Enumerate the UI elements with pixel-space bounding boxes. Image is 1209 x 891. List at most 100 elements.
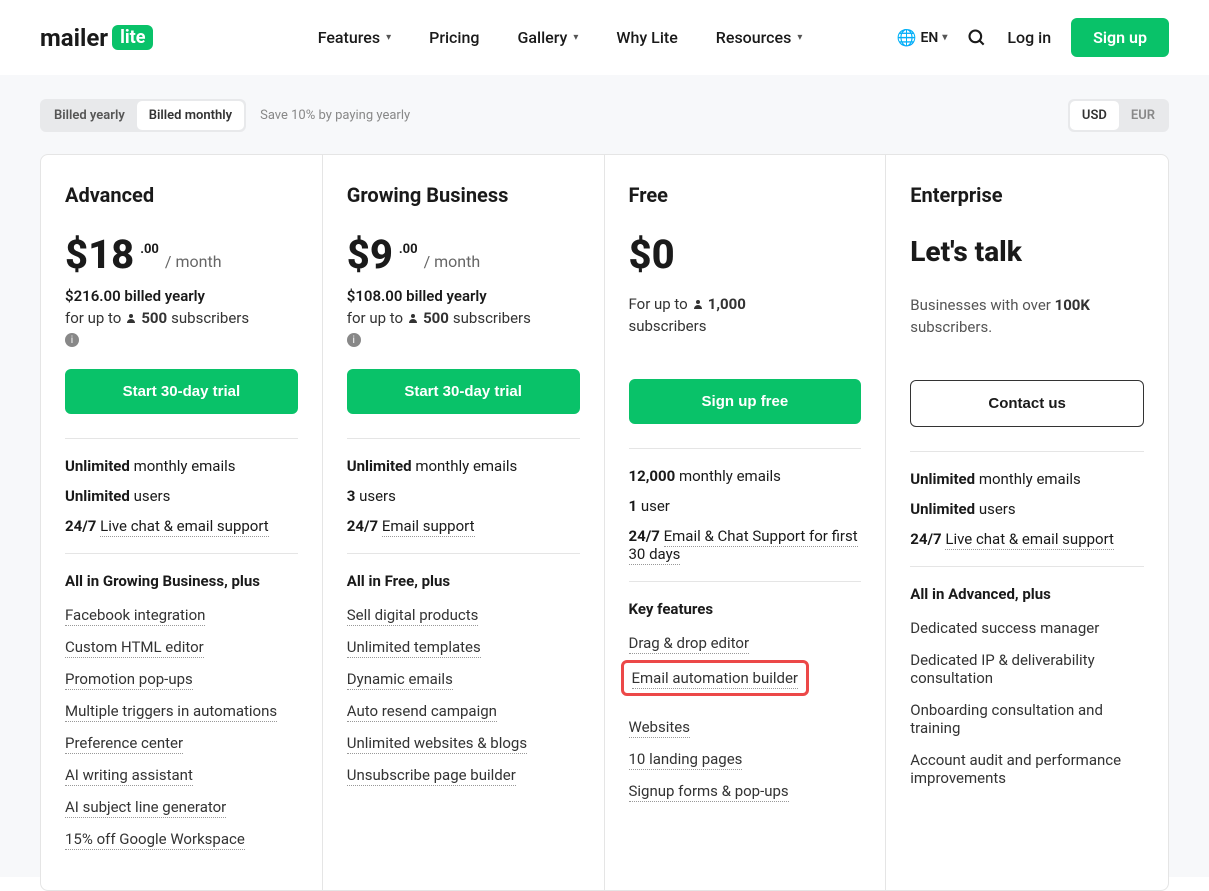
- price-amount: $9: [347, 235, 393, 275]
- list-item: Dedicated success manager: [910, 619, 1144, 637]
- info-icon[interactable]: i: [347, 333, 361, 347]
- currency-toggle: USD EUR: [1068, 99, 1169, 132]
- list-item: Account audit and performance improvemen…: [910, 751, 1144, 787]
- feature-line: 24/7 Email support: [347, 517, 580, 535]
- brand-suffix: lite: [112, 25, 153, 50]
- plans-grid: Advanced $18 .00 / month $216.00 billed …: [40, 154, 1169, 891]
- feature-line: Unlimited users: [910, 500, 1144, 518]
- feature-line: 24/7 Live chat & email support: [910, 530, 1144, 548]
- price: $0: [629, 235, 862, 275]
- person-icon: [125, 312, 137, 324]
- signup-button[interactable]: Sign up: [1071, 18, 1169, 57]
- subscriber-limit: For up to 1,000: [629, 295, 862, 313]
- brand-name: mailer: [40, 24, 108, 52]
- start-trial-button[interactable]: Start 30-day trial: [347, 369, 580, 414]
- plan-advanced: Advanced $18 .00 / month $216.00 billed …: [41, 155, 323, 890]
- feature-list: Sell digital products Unlimited template…: [347, 606, 580, 784]
- person-icon: [692, 298, 704, 310]
- list-item: Dynamic emails: [347, 670, 580, 688]
- list-item: Onboarding consultation and training: [910, 701, 1144, 737]
- list-item: Sell digital products: [347, 606, 580, 624]
- feature-line: Unlimited monthly emails: [347, 457, 580, 475]
- contact-us-button[interactable]: Contact us: [910, 380, 1144, 427]
- plan-free: Free $0 For up to 1,000 subscribers Sign…: [605, 155, 887, 890]
- subscriber-limit: for up to 500 subscribers: [347, 309, 580, 327]
- list-item: Drag & drop editor: [629, 634, 862, 652]
- header-right: 🌐 EN ▾ Log in Sign up: [897, 18, 1169, 57]
- list-item: AI writing assistant: [65, 766, 298, 784]
- search-icon[interactable]: [967, 28, 987, 48]
- list-item: 15% off Google Workspace: [65, 830, 298, 848]
- price-period: / month: [165, 252, 222, 271]
- login-link[interactable]: Log in: [1007, 28, 1051, 47]
- list-item: Custom HTML editor: [65, 638, 298, 656]
- feature-line: Unlimited monthly emails: [910, 470, 1144, 488]
- feature-line: 24/7 Live chat & email support: [65, 517, 298, 535]
- plan-title: Free: [629, 183, 862, 207]
- price: $9 .00 / month: [347, 235, 580, 275]
- list-item: Websites: [629, 718, 862, 736]
- features-heading: All in Growing Business, plus: [65, 572, 298, 590]
- info-icon[interactable]: i: [65, 333, 79, 347]
- list-item: Auto resend campaign: [347, 702, 580, 720]
- subscriber-limit: for up to 500 subscribers: [65, 309, 298, 327]
- nav-features[interactable]: Features▾: [318, 28, 391, 47]
- nav-pricing[interactable]: Pricing: [429, 28, 479, 47]
- billed-yearly-option[interactable]: Billed yearly: [42, 101, 137, 130]
- globe-icon: 🌐: [897, 28, 917, 47]
- feature-line: Unlimited monthly emails: [65, 457, 298, 475]
- currency-usd[interactable]: USD: [1070, 101, 1119, 130]
- nav-why-lite[interactable]: Why Lite: [616, 28, 677, 47]
- list-item: Facebook integration: [65, 606, 298, 624]
- price-period: / month: [424, 252, 481, 271]
- list-item: Unsubscribe page builder: [347, 766, 580, 784]
- list-item: Unlimited websites & blogs: [347, 734, 580, 752]
- price-amount: $0: [629, 235, 675, 275]
- price: $18 .00 / month: [65, 235, 298, 275]
- list-item: Signup forms & pop-ups: [629, 782, 862, 800]
- billed-monthly-option[interactable]: Billed monthly: [137, 101, 244, 130]
- feature-line: 3 users: [347, 487, 580, 505]
- list-item: AI subject line generator: [65, 798, 298, 816]
- price-amount: $18: [65, 235, 134, 275]
- features-heading: Key features: [629, 600, 862, 618]
- price-cents: .00: [140, 242, 159, 257]
- highlighted-feature: Email automation builder: [621, 660, 810, 696]
- list-item: Multiple triggers in automations: [65, 702, 298, 720]
- plan-growing-business: Growing Business $9 .00 / month $108.00 …: [323, 155, 605, 890]
- start-trial-button[interactable]: Start 30-day trial: [65, 369, 298, 414]
- list-item: Unlimited templates: [347, 638, 580, 656]
- brand-logo[interactable]: mailer lite: [40, 24, 153, 52]
- plan-title: Advanced: [65, 183, 298, 207]
- billed-yearly-amount: $216.00 billed yearly: [65, 287, 298, 305]
- list-item: Dedicated IP & deliverability consultati…: [910, 651, 1144, 687]
- lets-talk: Let's talk: [910, 235, 1144, 268]
- header: mailer lite Features▾ Pricing Gallery▾ W…: [0, 0, 1209, 75]
- language-selector[interactable]: 🌐 EN ▾: [897, 28, 948, 47]
- save-hint: Save 10% by paying yearly: [260, 108, 410, 123]
- feature-list: Dedicated success manager Dedicated IP &…: [910, 619, 1144, 787]
- chevron-down-icon: ▾: [797, 32, 802, 43]
- feature-line: 24/7 Email & Chat Support for first 30 d…: [629, 527, 862, 563]
- list-item: Preference center: [65, 734, 298, 752]
- feature-list: Facebook integration Custom HTML editor …: [65, 606, 298, 848]
- list-item: Email automation builder: [629, 666, 862, 704]
- signup-free-button[interactable]: Sign up free: [629, 379, 862, 424]
- feature-line: 1 user: [629, 497, 862, 515]
- pricing-controls: Billed yearly Billed monthly Save 10% by…: [40, 99, 1169, 132]
- person-icon: [407, 312, 419, 324]
- pricing-page: Billed yearly Billed monthly Save 10% by…: [0, 75, 1209, 877]
- nav-resources[interactable]: Resources▾: [716, 28, 803, 47]
- feature-line: Unlimited users: [65, 487, 298, 505]
- list-item: 10 landing pages: [629, 750, 862, 768]
- main-nav: Features▾ Pricing Gallery▾ Why Lite Reso…: [318, 28, 803, 47]
- chevron-down-icon: ▾: [573, 32, 578, 43]
- billed-yearly-amount: $108.00 billed yearly: [347, 287, 580, 305]
- feature-list: Drag & drop editor Email automation buil…: [629, 634, 862, 800]
- currency-eur[interactable]: EUR: [1119, 101, 1167, 130]
- features-heading: All in Advanced, plus: [910, 585, 1144, 603]
- chevron-down-icon: ▾: [942, 32, 947, 43]
- nav-gallery[interactable]: Gallery▾: [517, 28, 578, 47]
- price-cents: .00: [399, 242, 418, 257]
- chevron-down-icon: ▾: [386, 32, 391, 43]
